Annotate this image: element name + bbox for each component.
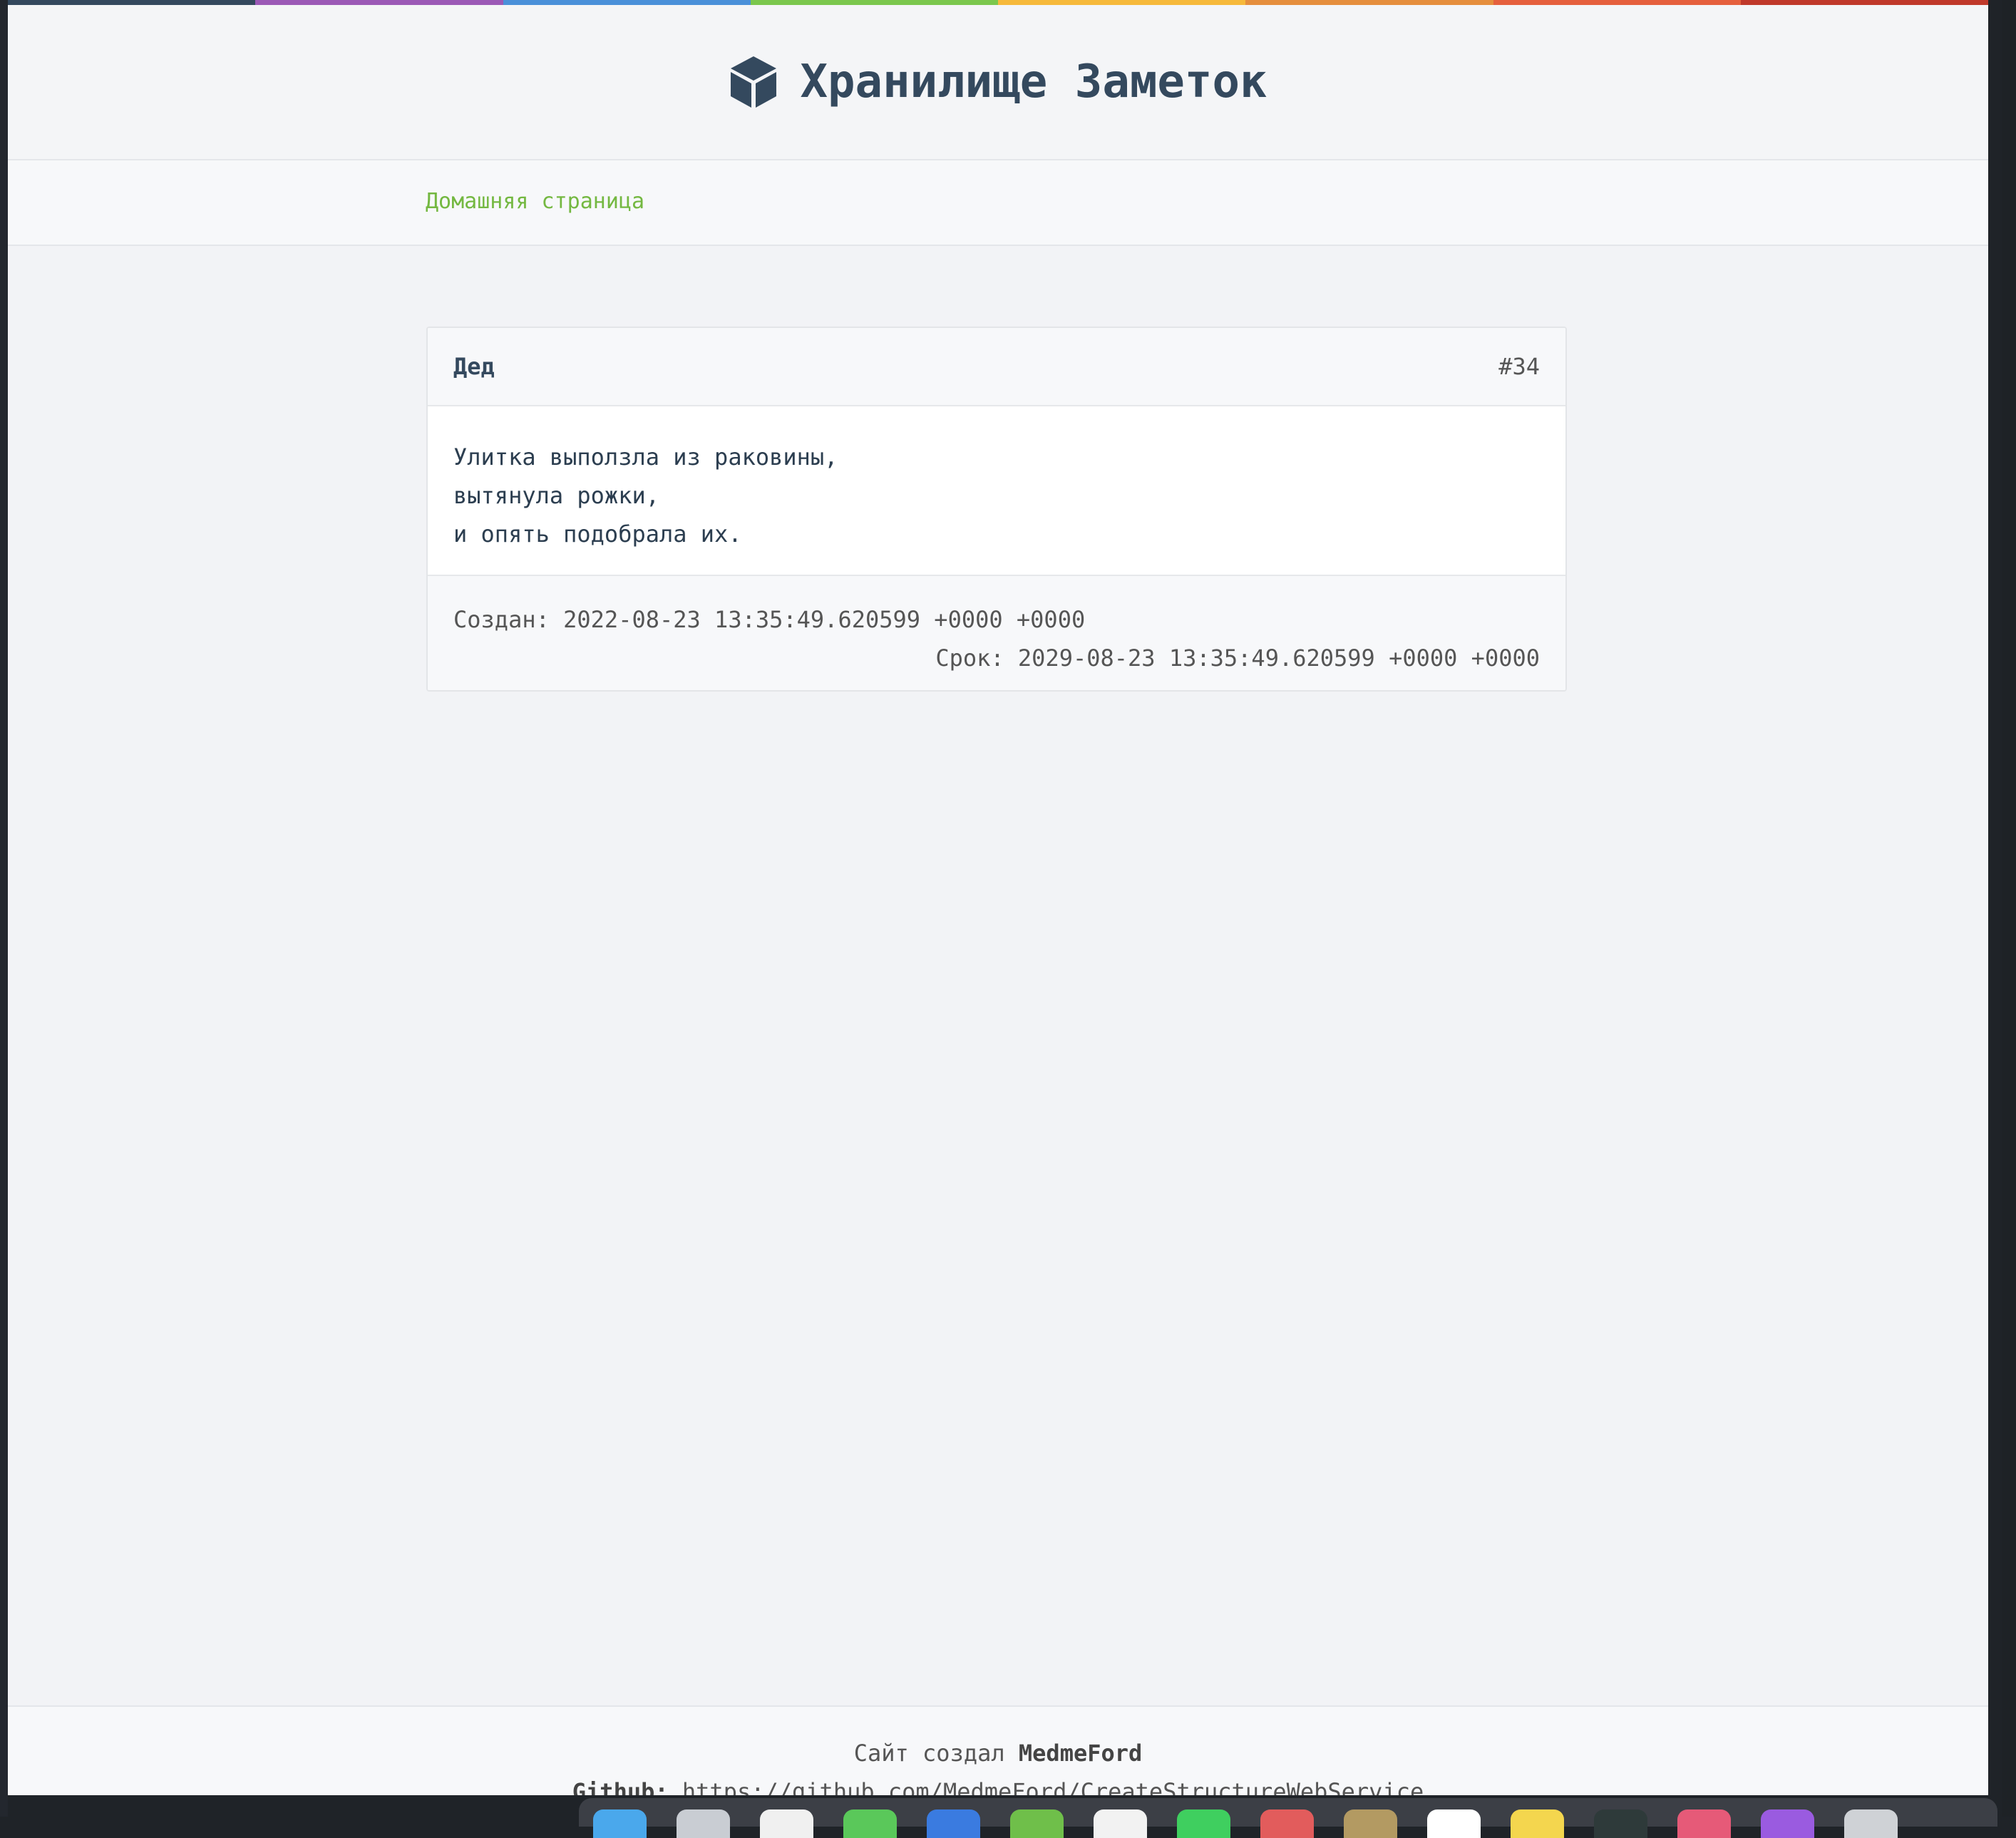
site-header: Хранилище Заметок <box>8 5 1988 160</box>
dock-app-icon[interactable] <box>593 1809 647 1838</box>
brand[interactable]: Хранилище Заметок <box>729 55 1267 109</box>
dock-app-icon[interactable] <box>1010 1809 1064 1838</box>
note-created: Создан: 2022-08-23 13:35:49.620599 +0000… <box>453 600 1540 639</box>
dock-app-icon[interactable] <box>1594 1809 1647 1838</box>
note-card-footer: Создан: 2022-08-23 13:35:49.620599 +0000… <box>428 575 1565 690</box>
rainbow-segment <box>255 0 503 5</box>
browser-window: Хранилище Заметок Домашняя страница Дед … <box>8 0 1988 1795</box>
note-created-label: Создан: <box>453 606 550 633</box>
cube-icon <box>731 56 777 108</box>
dock-app-icon[interactable] <box>1177 1809 1230 1838</box>
dock-app-icon[interactable] <box>760 1809 813 1838</box>
rainbow-segment <box>8 0 256 5</box>
dock-app-icon[interactable] <box>1677 1809 1731 1838</box>
dock-app-icon[interactable] <box>843 1809 897 1838</box>
note-expires-label: Срок: <box>935 645 1004 672</box>
dock-app-icon[interactable] <box>927 1809 980 1838</box>
dock-app-icon[interactable] <box>1427 1809 1481 1838</box>
note-body-line: вытянула рожки, <box>453 482 659 509</box>
note-expires-value: 2029-08-23 13:35:49.620599 +0000 +0000 <box>1017 645 1540 672</box>
note-body: Улитка выползла из раковины, вытянула ро… <box>428 406 1565 575</box>
background-window-edge-right <box>2002 0 2016 1817</box>
dock-app-icon[interactable] <box>1844 1809 1898 1838</box>
note-card-header: Дед #34 <box>428 328 1565 406</box>
dock-app-icon[interactable] <box>1761 1809 1814 1838</box>
dock-app-icon[interactable] <box>1260 1809 1314 1838</box>
note-body-line: и опять подобрала их. <box>453 520 742 548</box>
footer-github: Github: https://github.com/MedmeFord/Cre… <box>8 1778 1988 1795</box>
macos-dock <box>579 1798 1997 1838</box>
note-created-value: 2022-08-23 13:35:49.620599 +0000 +0000 <box>563 606 1086 633</box>
note-body-line: Улитка выползла из раковины, <box>453 443 838 471</box>
rainbow-segment <box>1740 0 1988 5</box>
site-footer: Сайт создал MedmeFord Github: https://gi… <box>8 1705 1988 1795</box>
footer-author: MedmeFord <box>1018 1740 1143 1767</box>
home-link[interactable]: Домашняя страница <box>426 189 644 214</box>
github-link[interactable]: https://github.com/MedmeFord/CreateStruc… <box>682 1778 1424 1795</box>
footer-github-label: Github: <box>572 1778 669 1795</box>
dock-app-icon[interactable] <box>1344 1809 1397 1838</box>
rainbow-segment <box>1493 0 1741 5</box>
dock-app-icon[interactable] <box>677 1809 730 1838</box>
note-author: Дед <box>453 353 495 380</box>
rainbow-segment <box>503 0 751 5</box>
note-id: #34 <box>1498 353 1540 380</box>
rainbow-segment <box>1245 0 1493 5</box>
background-window-edge <box>0 0 8 1817</box>
rainbow-segment <box>998 0 1246 5</box>
note-card: Дед #34 Улитка выползла из раковины, выт… <box>426 327 1567 692</box>
dock-app-icon[interactable] <box>1511 1809 1564 1838</box>
rainbow-strip <box>8 0 1988 5</box>
note-expires: Срок: 2029-08-23 13:35:49.620599 +0000 +… <box>453 639 1540 677</box>
dock-app-icon[interactable] <box>1094 1809 1147 1838</box>
navbar: Домашняя страница <box>8 160 1988 246</box>
footer-credit: Сайт создал MedmeFord <box>8 1740 1988 1767</box>
footer-credit-prefix: Сайт создал <box>853 1740 1005 1767</box>
site-title: Хранилище Заметок <box>800 56 1267 108</box>
rainbow-segment <box>750 0 998 5</box>
